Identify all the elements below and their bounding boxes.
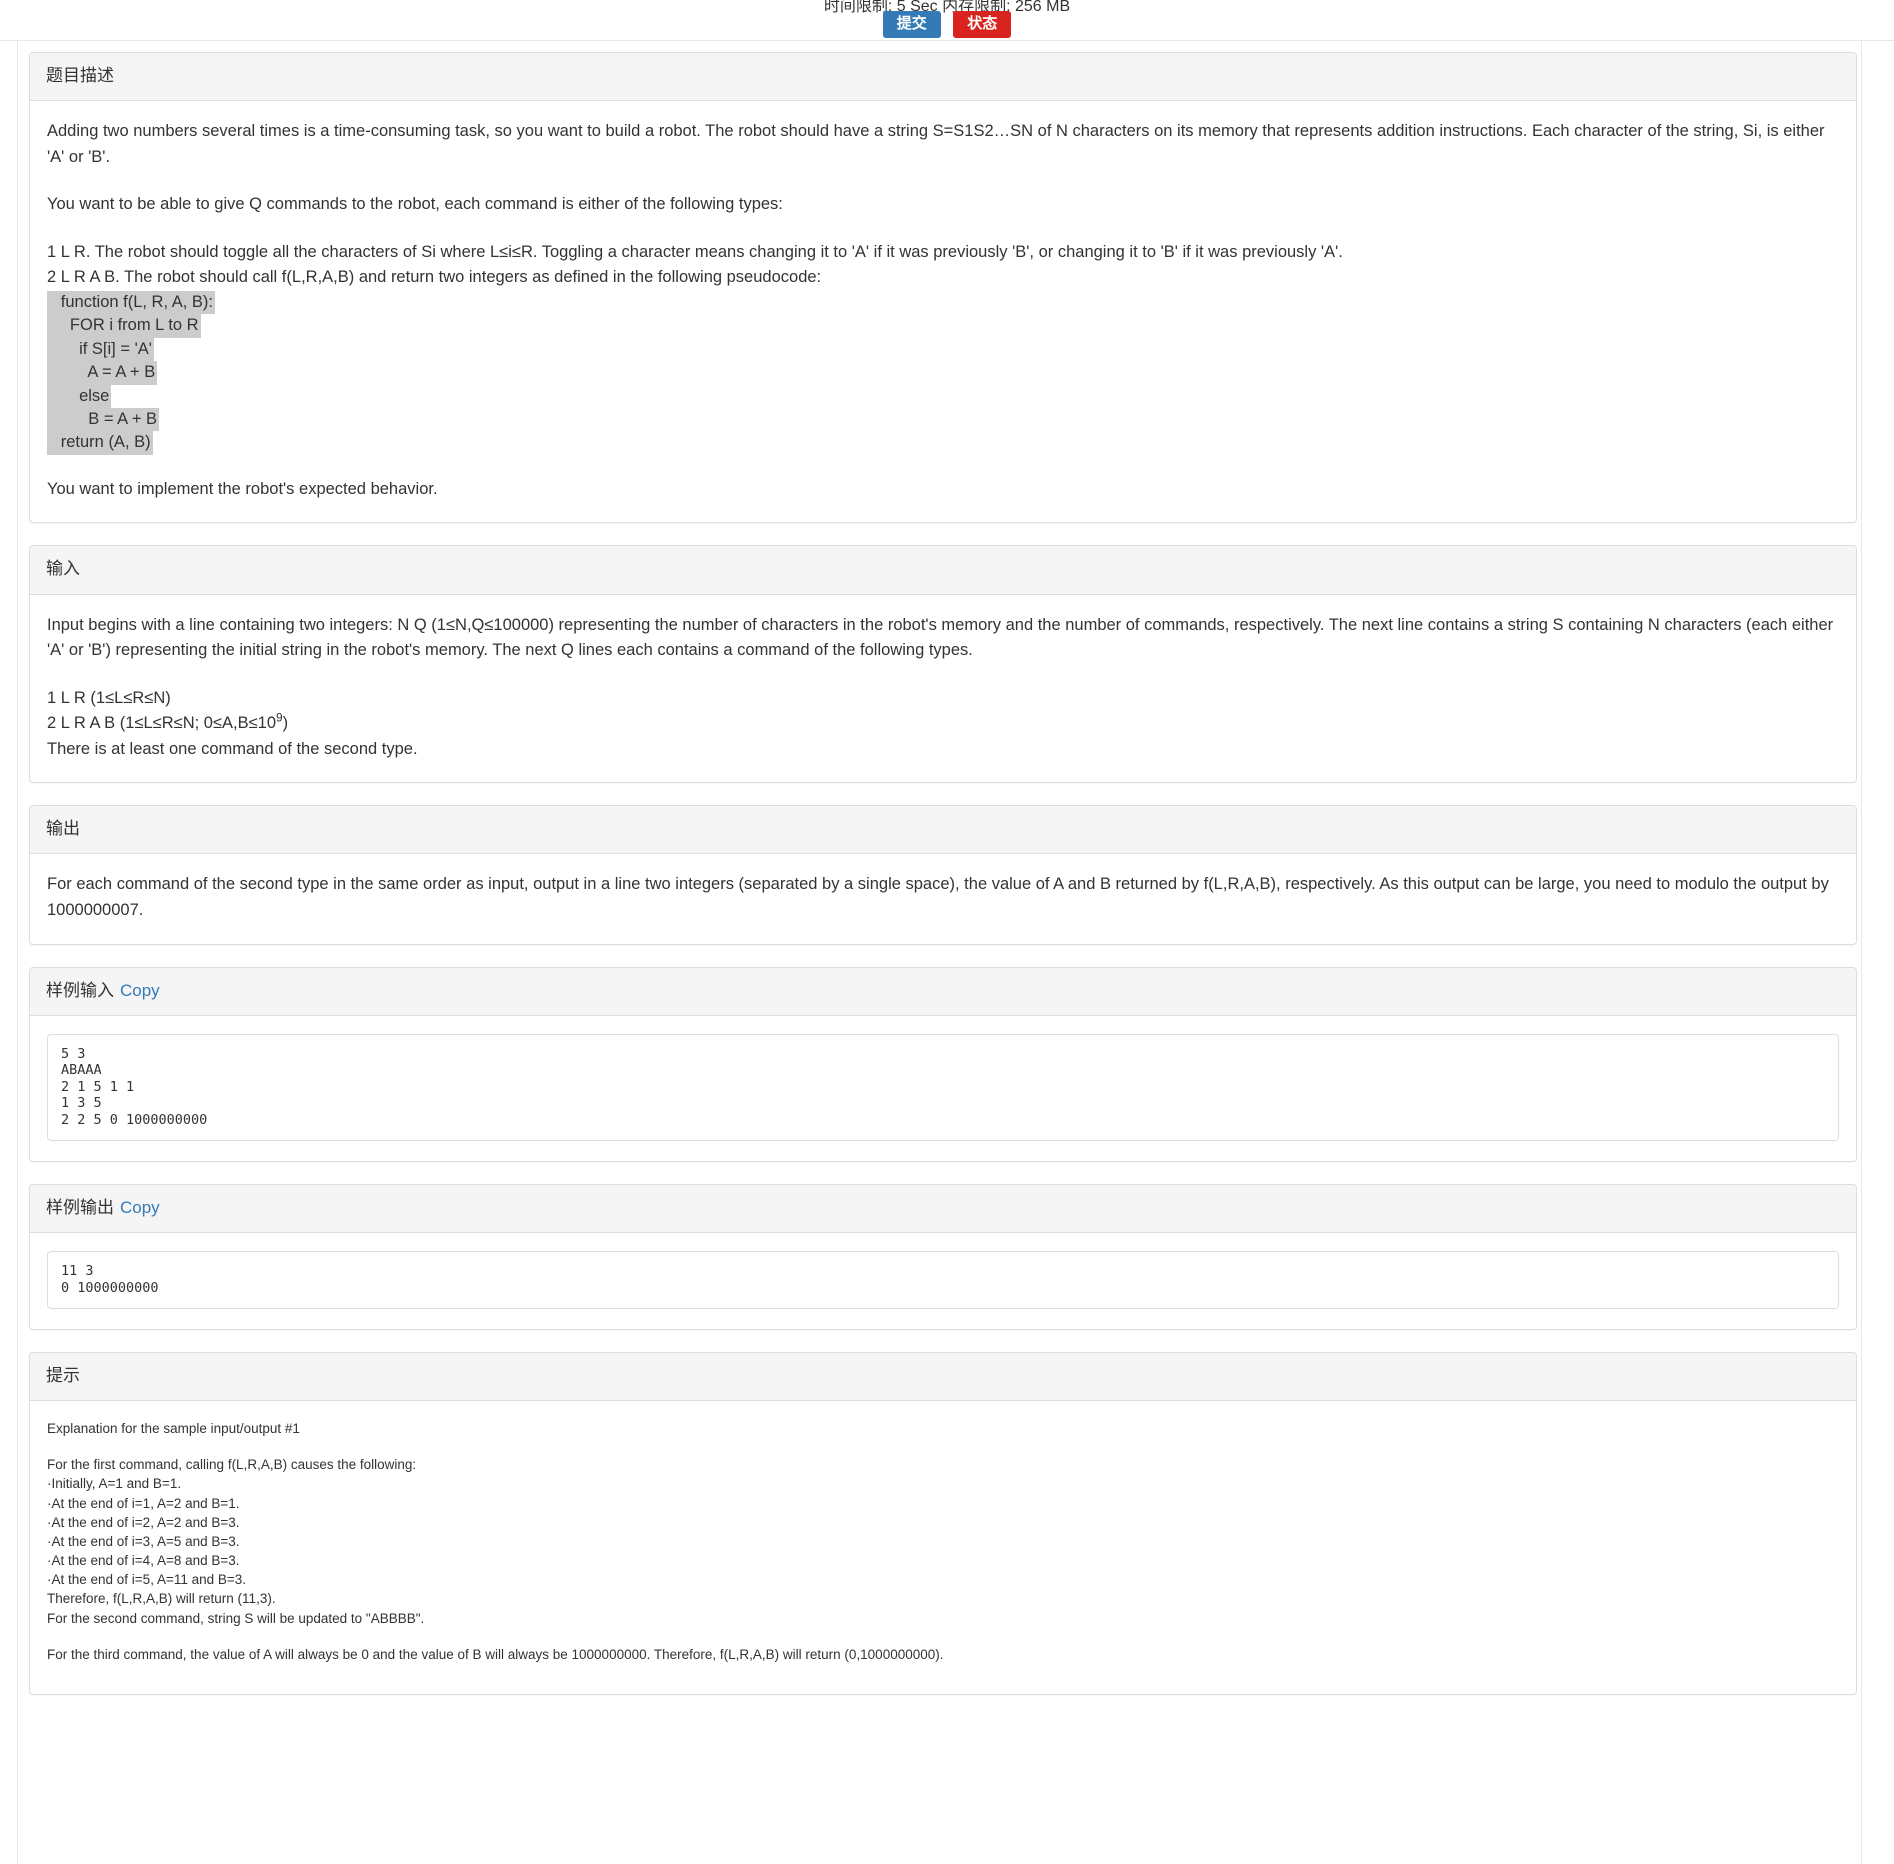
panel-input: 输入 Input begins with a line containing t… bbox=[29, 545, 1857, 784]
panel-sample-input-body: 5 3 ABAAA 2 1 5 1 1 1 3 5 2 2 5 0 100000… bbox=[30, 1016, 1856, 1161]
copy-sample-input-link[interactable]: Copy bbox=[120, 981, 160, 1000]
pseudocode-line: return (A, B) bbox=[47, 431, 1839, 455]
hint-line: ·At the end of i=3, A=5 and B=3. bbox=[47, 1533, 240, 1549]
hint-line: ·At the end of i=2, A=2 and B=3. bbox=[47, 1514, 240, 1530]
pseudocode-line: function f(L, R, A, B): bbox=[47, 290, 1839, 315]
sample-input-code: 5 3 ABAAA 2 1 5 1 1 1 3 5 2 2 5 0 100000… bbox=[47, 1033, 1839, 1141]
panel-sample-output-title: 样例输出 Copy bbox=[30, 1184, 1856, 1234]
submit-button[interactable]: 提交 bbox=[882, 11, 941, 38]
input-format-line-2: 2 L R A B (1≤L≤R≤N; 0≤A,B≤109) bbox=[47, 710, 289, 733]
hint-paragraph-1: Explanation for the sample input/output … bbox=[47, 1421, 300, 1437]
sample-output-code: 11 3 0 1000000000 bbox=[47, 1251, 1839, 1310]
panel-output-title: 输出 bbox=[30, 806, 1856, 855]
description-commands-block: 1 L R. The robot should toggle all the c… bbox=[47, 240, 1839, 455]
hint-paragraph-3: For the third command, the value of A wi… bbox=[47, 1646, 944, 1662]
output-paragraph-1: For each command of the second type in t… bbox=[47, 875, 1829, 919]
exponent: 9 bbox=[276, 710, 283, 725]
panel-sample-input: 样例输入 Copy 5 3 ABAAA 2 1 5 1 1 1 3 5 2 2 5… bbox=[29, 966, 1857, 1162]
panel-sample-input-title: 样例输入 Copy bbox=[30, 967, 1856, 1016]
command-type-1: 1 L R. The robot should toggle all the c… bbox=[47, 242, 1343, 261]
input-paragraph-1: Input begins with a line containing two … bbox=[47, 615, 1834, 660]
pseudocode-block: function f(L, R, A, B): FOR i from L to … bbox=[47, 290, 1839, 455]
panel-hint: 提示 Explanation for the sample input/outp… bbox=[29, 1352, 1857, 1695]
panel-description-body: Adding two numbers several times is a ti… bbox=[30, 101, 1856, 522]
problem-page-container: 题目描述 Adding two numbers several times is… bbox=[17, 41, 1862, 1864]
status-button[interactable]: 状态 bbox=[953, 11, 1012, 38]
input-format-block: 1 L R (1≤L≤R≤N) 2 L R A B (1≤L≤R≤N; 0≤A,… bbox=[47, 686, 1839, 763]
sample-output-label: 样例输出 bbox=[46, 1197, 114, 1217]
pseudocode-line: else bbox=[47, 384, 1839, 409]
panel-sample-output-body: 11 3 0 1000000000 bbox=[30, 1233, 1856, 1329]
description-paragraph-2: You want to be able to give Q commands t… bbox=[47, 195, 783, 214]
hint-line: ·At the end of i=4, A=8 and B=3. bbox=[47, 1553, 240, 1569]
panel-input-body: Input begins with a line containing two … bbox=[30, 595, 1856, 783]
action-button-row: 提交 状态 bbox=[0, 11, 1894, 38]
hint-line: Therefore, f(L,R,A,B) will return (11,3)… bbox=[47, 1591, 276, 1607]
hint-line: ·At the end of i=1, A=2 and B=1. bbox=[47, 1495, 240, 1511]
sample-input-label: 样例输入 bbox=[46, 980, 114, 1000]
panel-description-title: 题目描述 bbox=[30, 53, 1856, 102]
description-paragraph-3: You want to implement the robot's expect… bbox=[47, 479, 438, 498]
hint-line: For the second command, string S will be… bbox=[47, 1610, 425, 1626]
pseudocode-line: FOR i from L to R bbox=[47, 314, 1839, 338]
panel-output: 输出 For each command of the second type i… bbox=[29, 805, 1857, 945]
input-format-line-3: There is at least one command of the sec… bbox=[47, 739, 418, 758]
hint-explanation-block: For the first command, calling f(L,R,A,B… bbox=[47, 1455, 1839, 1627]
panel-input-title: 输入 bbox=[30, 546, 1856, 595]
hint-line: ·Initially, A=1 and B=1. bbox=[47, 1476, 182, 1492]
hint-line: ·At the end of i=5, A=11 and B=3. bbox=[47, 1572, 247, 1588]
hint-line: For the first command, calling f(L,R,A,B… bbox=[47, 1457, 417, 1473]
panel-hint-title: 提示 bbox=[30, 1353, 1856, 1402]
command-type-2: 2 L R A B. The robot should call f(L,R,A… bbox=[47, 268, 822, 287]
input-format-line-1: 1 L R (1≤L≤R≤N) bbox=[47, 688, 171, 707]
copy-sample-output-link[interactable]: Copy bbox=[120, 1198, 160, 1217]
pseudocode-line: if S[i] = 'A' bbox=[47, 337, 1839, 362]
pseudocode-line: A = A + B bbox=[47, 361, 1839, 385]
pseudocode-line: B = A + B bbox=[47, 408, 1839, 432]
panel-sample-output: 样例输出 Copy 11 3 0 1000000000 bbox=[29, 1183, 1857, 1331]
panel-description: 题目描述 Adding two numbers several times is… bbox=[29, 52, 1857, 524]
top-bar: 时间限制: 5 Sec 内存限制: 256 MB 提交 状态 bbox=[0, 0, 1894, 41]
panel-output-body: For each command of the second type in t… bbox=[30, 854, 1856, 943]
description-paragraph-1: Adding two numbers several times is a ti… bbox=[47, 122, 1825, 166]
panel-hint-body: Explanation for the sample input/output … bbox=[30, 1401, 1856, 1694]
